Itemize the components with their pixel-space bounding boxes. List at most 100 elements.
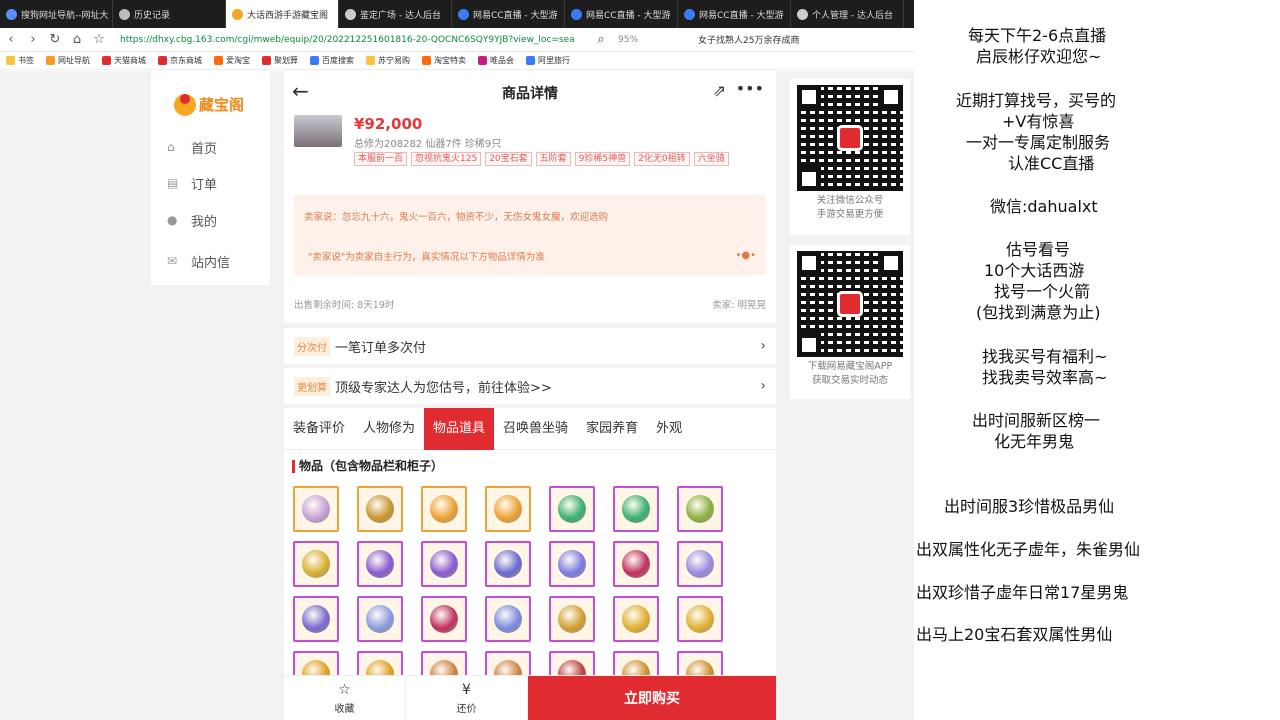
forward-icon[interactable]: ›: [22, 32, 44, 47]
item-icon: [430, 495, 458, 523]
bookmark-item[interactable]: 唯品会: [478, 55, 514, 66]
browser-tab[interactable]: 网易CC直播 - 大型游: [565, 0, 678, 28]
sidebar-item[interactable]: ⌂ 首页: [167, 135, 267, 159]
favorite-button[interactable]: ☆ 收藏: [284, 676, 406, 720]
browser-tab[interactable]: 历史记录: [113, 0, 226, 28]
item-slot[interactable]: [421, 596, 467, 642]
tab-label: 大话西游手游藏宝阁: [247, 10, 329, 21]
cbg-logo[interactable]: 藏宝阁: [169, 85, 259, 121]
bookmark-item[interactable]: 阿里旅行: [526, 55, 570, 66]
sidebar-item[interactable]: ✉ 站内信: [167, 249, 267, 273]
tab-label: 网易CC直播 - 大型游: [699, 10, 784, 21]
product-tab[interactable]: 装备评价: [284, 408, 354, 450]
item-slot[interactable]: [357, 486, 403, 532]
bookmark-item[interactable]: 京东商城: [158, 55, 202, 66]
item-slot[interactable]: [293, 486, 339, 532]
bookmark-item[interactable]: 百度搜索: [310, 55, 354, 66]
item-slot[interactable]: [293, 596, 339, 642]
search-box[interactable]: 女子找熟人25万余存成商: [698, 33, 848, 46]
browser-tab[interactable]: 搜狗网址导航--网址大: [0, 0, 113, 28]
browser-tab[interactable]: 网易CC直播 - 大型游: [678, 0, 791, 28]
app-qr-code: [797, 251, 903, 357]
item-slot[interactable]: [613, 596, 659, 642]
installment-bar[interactable]: 分次付 一笔订单多次付 ›: [284, 328, 776, 364]
item-slot[interactable]: [549, 541, 595, 587]
sidebar-item-label: 首页: [191, 141, 218, 157]
bookmark-icon: [158, 56, 167, 65]
bookmark-label: 淘宝特卖: [434, 56, 466, 65]
bookmark-item[interactable]: 书签: [6, 55, 34, 66]
back-arrow-icon[interactable]: ←: [292, 79, 309, 103]
overlay-line: 启辰彬仔欢迎您~: [976, 47, 1102, 66]
item-slot[interactable]: [677, 596, 723, 642]
svg-text:藏宝阁: 藏宝阁: [199, 96, 244, 114]
star-icon[interactable]: ☆: [88, 32, 110, 47]
bookmark-item[interactable]: 苏宁易购: [366, 55, 410, 66]
refresh-icon[interactable]: ↻: [44, 32, 66, 47]
browser-window: 搜狗网址导航--网址大 历史记录 大话西游手游藏宝阁 鉴定广场 - 达人后台 网易CC直…: [0, 0, 914, 720]
bookmark-label: 天猫商城: [114, 56, 146, 65]
back-icon[interactable]: ‹: [0, 32, 22, 47]
bookmark-icon: [478, 56, 487, 65]
bookmark-item[interactable]: 天猫商城: [102, 55, 146, 66]
product-tab[interactable]: 人物修为: [354, 408, 424, 450]
product-tab[interactable]: 外观: [647, 408, 691, 450]
more-dots-icon[interactable]: •●•: [735, 250, 756, 261]
tab-favicon-icon: [797, 8, 808, 20]
sidebar-item[interactable]: ● 我的: [167, 208, 267, 232]
browser-tab[interactable]: 鉴定广场 - 达人后台: [339, 0, 452, 28]
bookmark-item[interactable]: 爱淘宝: [214, 55, 250, 66]
item-slot[interactable]: [549, 596, 595, 642]
item-slot[interactable]: [613, 541, 659, 587]
item-slot[interactable]: [421, 486, 467, 532]
character-avatar: [294, 115, 342, 147]
bookmark-icon: [310, 56, 319, 65]
item-slot[interactable]: [357, 541, 403, 587]
sidebar-item-label: 订单: [191, 177, 218, 193]
item-icon: [430, 605, 458, 633]
tab-label: 鉴定广场 - 达人后台: [360, 10, 441, 21]
item-slot[interactable]: [357, 596, 403, 642]
appraisal-bar[interactable]: 更划算 顶级专家达人为您估号，前往体验>> ›: [284, 368, 776, 404]
item-slot[interactable]: [613, 486, 659, 532]
item-icon: [494, 495, 522, 523]
item-icon: [622, 605, 650, 633]
sidebar-item[interactable]: ▤ 订单: [167, 171, 267, 195]
mail-icon: ✉: [167, 254, 178, 268]
chevron-right-icon: ›: [760, 338, 766, 354]
product-tab[interactable]: 物品道具: [424, 407, 495, 450]
bookmark-label: 爱淘宝: [226, 56, 250, 65]
star-outline-icon: ☆: [338, 682, 351, 698]
item-slot[interactable]: [485, 596, 531, 642]
more-icon[interactable]: •••: [736, 79, 764, 98]
home-icon[interactable]: ⌂: [66, 32, 88, 47]
buy-now-button[interactable]: 立即购买: [528, 676, 776, 720]
item-icon: [558, 495, 586, 523]
item-slot[interactable]: [293, 541, 339, 587]
browser-tab[interactable]: 个人管理 - 达人后台: [791, 0, 904, 28]
bookmark-item[interactable]: 淘宝特卖: [422, 55, 466, 66]
feature-tag: 本服前一百: [354, 152, 408, 166]
bargain-button[interactable]: ¥ 还价: [406, 676, 528, 720]
qr1-caption-2: 手游交易更方便: [816, 209, 884, 220]
tab-favicon-icon: [119, 8, 130, 20]
item-slot[interactable]: [421, 541, 467, 587]
item-slot[interactable]: [485, 541, 531, 587]
search-icon[interactable]: ⌕: [590, 32, 612, 47]
item-slot[interactable]: [677, 541, 723, 587]
browser-tab[interactable]: 大话西游手游藏宝阁: [226, 0, 339, 28]
bookmark-item[interactable]: 聚划算: [262, 55, 298, 66]
url-field[interactable]: https://dhxy.cbg.163.com/cgi/mweb/equip/…: [120, 35, 590, 45]
seller-name[interactable]: 卖家: 明晃晃: [712, 297, 766, 311]
zoom-level[interactable]: 95%: [618, 35, 658, 45]
item-icon: [686, 550, 714, 578]
item-slot[interactable]: [549, 486, 595, 532]
product-tab[interactable]: 召唤兽坐骑: [494, 408, 577, 450]
bookmark-item[interactable]: 网址导航: [46, 55, 90, 66]
item-slot[interactable]: [485, 486, 531, 532]
item-slot[interactable]: [677, 486, 723, 532]
share-icon[interactable]: ⇗: [713, 81, 726, 100]
browser-tab[interactable]: 网易CC直播 - 大型游: [452, 0, 565, 28]
product-tab[interactable]: 家园养育: [577, 408, 647, 450]
sidebar-item-label: 我的: [191, 214, 218, 230]
